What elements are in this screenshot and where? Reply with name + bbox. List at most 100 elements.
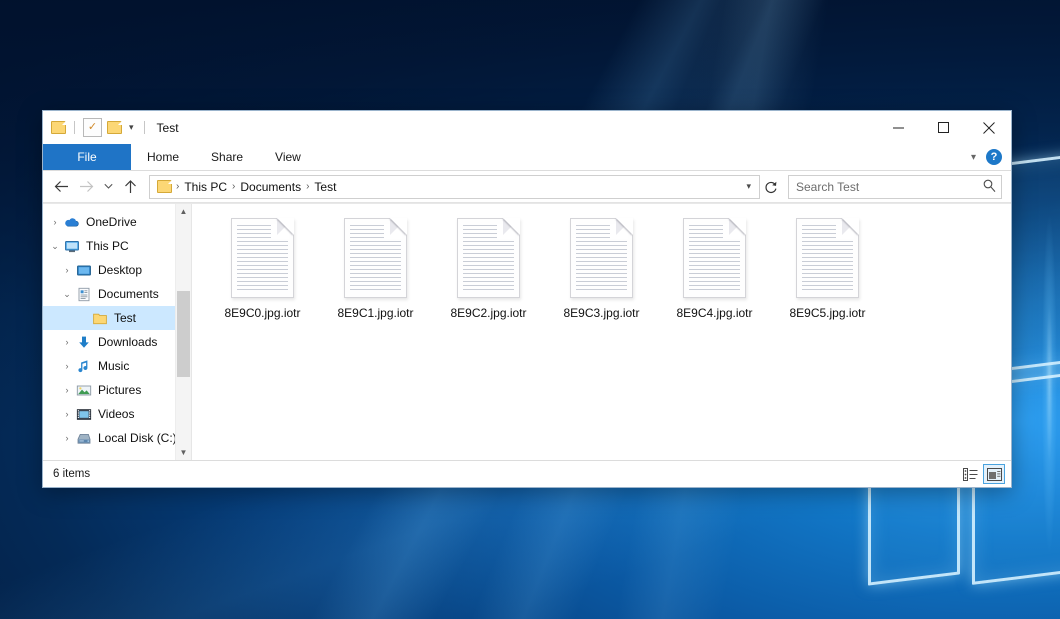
sidebar-item-test[interactable]: Test xyxy=(43,306,191,330)
file-item[interactable]: 8E9C5.jpg.iotr xyxy=(771,214,884,342)
up-arrow-icon[interactable] xyxy=(118,174,143,199)
sidebar-item-desktop[interactable]: ›Desktop xyxy=(43,258,191,282)
refresh-icon[interactable] xyxy=(760,176,782,198)
document-fold-icon xyxy=(842,218,859,235)
sidebar-item-videos[interactable]: › Videos xyxy=(43,402,191,426)
generic-document-icon xyxy=(796,218,859,298)
document-fold-icon xyxy=(729,218,746,235)
properties-checkbox-icon[interactable]: ✓ xyxy=(83,118,102,137)
breadcrumb-this-pc[interactable]: This PC xyxy=(180,180,231,194)
sidebar-item-this-pc[interactable]: ⌄This PC xyxy=(43,234,191,258)
back-arrow-icon[interactable] xyxy=(49,174,74,199)
title-bar: ✓ ▾ Test xyxy=(43,111,1011,144)
document-fold-icon xyxy=(616,218,633,235)
chevron-right-icon[interactable]: › xyxy=(59,433,75,443)
document-fold-icon xyxy=(390,218,407,235)
folder-tree: ›OneDrive⌄This PC›Desktop ⌄ Documents Test ›… xyxy=(43,210,191,450)
sidebar-item-label: Videos xyxy=(98,407,134,421)
breadcrumb-test[interactable]: Test xyxy=(310,180,340,194)
documents-icon xyxy=(75,286,92,302)
chevron-down-icon[interactable]: ▼ xyxy=(176,445,191,460)
tab-share[interactable]: Share xyxy=(195,144,259,170)
window-title: Test xyxy=(157,121,179,135)
cloud-icon xyxy=(63,214,80,230)
chevron-right-icon[interactable]: › xyxy=(59,385,75,395)
breadcrumb[interactable]: › This PC › Documents › Test ▾ xyxy=(149,175,760,199)
generic-document-icon xyxy=(344,218,407,298)
toolbar-divider-2 xyxy=(144,121,145,134)
chevron-up-icon[interactable]: ▲ xyxy=(176,204,191,219)
file-name-label: 8E9C4.jpg.iotr xyxy=(676,306,752,320)
help-icon[interactable]: ? xyxy=(986,149,1002,165)
disk-drive-icon xyxy=(75,430,92,446)
sidebar-item-label: Local Disk (C:) xyxy=(98,431,177,445)
tab-view[interactable]: View xyxy=(259,144,317,170)
sidebar-item-label: Pictures xyxy=(98,383,141,397)
sidebar-item-music[interactable]: › Music xyxy=(43,354,191,378)
nav-scrollbar[interactable]: ▲ ▼ xyxy=(175,204,191,460)
chevron-right-icon[interactable]: › xyxy=(59,361,75,371)
sidebar-item-label: Documents xyxy=(98,287,159,301)
scrollbar-track[interactable] xyxy=(176,219,191,445)
search-placeholder: Search Test xyxy=(796,180,983,194)
view-toggle-group xyxy=(959,464,1005,484)
document-fold-icon xyxy=(503,218,520,235)
breadcrumb-documents[interactable]: Documents xyxy=(236,180,305,194)
scrollbar-thumb[interactable] xyxy=(177,291,190,377)
recent-locations-chevron-down-icon[interactable] xyxy=(99,174,118,199)
folder-icon[interactable] xyxy=(51,121,66,134)
file-name-label: 8E9C0.jpg.iotr xyxy=(224,306,300,320)
file-name-label: 8E9C2.jpg.iotr xyxy=(450,306,526,320)
file-list[interactable]: 8E9C0.jpg.iotr 8E9C1.jpg.iotr 8E9C2.jpg.io… xyxy=(192,204,1011,460)
sidebar-item-label: Test xyxy=(114,311,136,325)
chevron-right-icon[interactable]: › xyxy=(47,217,63,227)
chevron-down-icon[interactable]: ▾ xyxy=(971,152,976,163)
tab-home[interactable]: Home xyxy=(131,144,195,170)
check-glyph: ✓ xyxy=(88,122,97,133)
large-icons-view-icon[interactable] xyxy=(983,464,1005,484)
details-view-icon[interactable] xyxy=(959,464,981,484)
generic-document-icon xyxy=(570,218,633,298)
chevron-right-icon[interactable]: › xyxy=(59,265,75,275)
address-bar: › This PC › Documents › Test ▾ Search Te… xyxy=(43,171,1011,203)
maximize-icon[interactable] xyxy=(921,111,966,144)
file-item[interactable]: 8E9C3.jpg.iotr xyxy=(545,214,658,342)
sidebar-item-local-disk-c[interactable]: › Local Disk (C:) xyxy=(43,426,191,450)
chevron-down-icon[interactable]: ⌄ xyxy=(59,289,75,300)
chevron-right-icon[interactable]: › xyxy=(59,409,75,419)
chevron-right-icon[interactable]: › xyxy=(59,337,75,347)
window-controls xyxy=(876,111,1011,144)
sidebar-item-pictures[interactable]: › Pictures xyxy=(43,378,191,402)
navigation-pane: ›OneDrive⌄This PC›Desktop ⌄ Documents Test ›… xyxy=(43,204,192,460)
file-item[interactable]: 8E9C2.jpg.iotr xyxy=(432,214,545,342)
sidebar-item-documents[interactable]: ⌄ Documents xyxy=(43,282,191,306)
close-icon[interactable] xyxy=(966,111,1011,144)
music-note-icon xyxy=(75,358,92,374)
minimize-icon[interactable] xyxy=(876,111,921,144)
file-item[interactable]: 8E9C4.jpg.iotr xyxy=(658,214,771,342)
explorer-body: ›OneDrive⌄This PC›Desktop ⌄ Documents Test ›… xyxy=(43,203,1011,460)
sidebar-item-label: Downloads xyxy=(98,335,157,349)
chevron-down-icon[interactable]: ▾ xyxy=(740,181,757,192)
file-explorer-window: ✓ ▾ Test File Home xyxy=(42,110,1012,488)
sidebar-item-downloads[interactable]: › Downloads xyxy=(43,330,191,354)
new-folder-icon[interactable] xyxy=(107,121,122,134)
file-item[interactable]: 8E9C1.jpg.iotr xyxy=(319,214,432,342)
generic-document-icon xyxy=(457,218,520,298)
desktop-icon xyxy=(75,262,92,278)
file-item[interactable]: 8E9C0.jpg.iotr xyxy=(206,214,319,342)
chevron-down-icon[interactable]: ▾ xyxy=(127,122,136,133)
status-bar: 6 items xyxy=(43,460,1011,487)
document-fold-icon xyxy=(277,218,294,235)
chevron-down-icon[interactable]: ⌄ xyxy=(47,241,63,252)
ribbon-right-controls: ▾ ? xyxy=(971,144,1011,170)
file-name-label: 8E9C3.jpg.iotr xyxy=(563,306,639,320)
sidebar-item-label: Music xyxy=(98,359,129,373)
forward-arrow-icon xyxy=(74,174,99,199)
generic-document-icon xyxy=(683,218,746,298)
monitor-icon xyxy=(63,238,80,254)
search-input[interactable]: Search Test xyxy=(788,175,1002,199)
search-icon[interactable] xyxy=(983,179,996,195)
sidebar-item-onedrive[interactable]: ›OneDrive xyxy=(43,210,191,234)
tab-file[interactable]: File xyxy=(43,144,131,170)
